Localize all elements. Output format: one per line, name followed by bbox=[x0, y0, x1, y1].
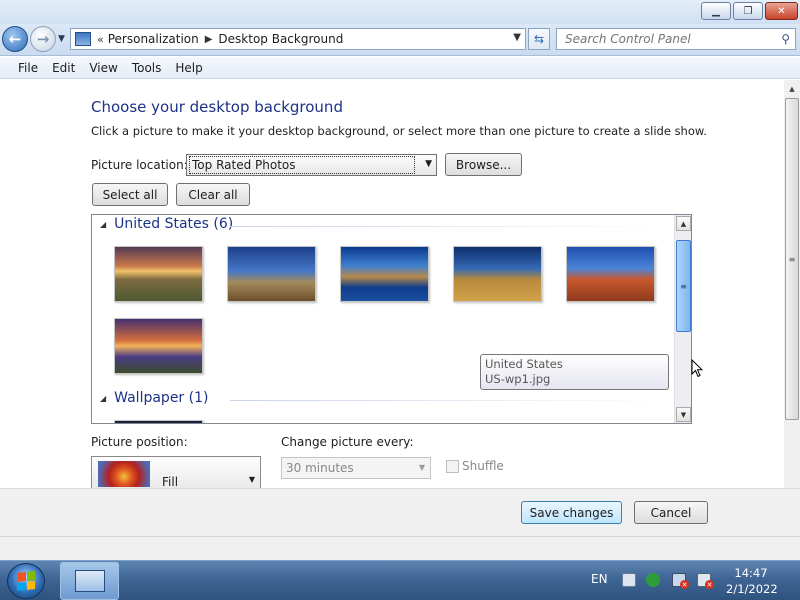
menu-tools[interactable]: Tools bbox=[132, 61, 162, 75]
picture-position-label: Picture position: bbox=[91, 435, 188, 449]
address-dropdown-icon[interactable]: ▼ bbox=[513, 32, 521, 43]
taskbar-control-panel-button[interactable] bbox=[60, 562, 119, 600]
maximize-button[interactable]: ❐ bbox=[733, 2, 763, 20]
picture-position-value: Fill bbox=[162, 475, 179, 489]
minimize-button[interactable]: ▁ bbox=[701, 2, 731, 20]
scroll-down-icon[interactable]: ▼ bbox=[676, 407, 691, 422]
page-title: Choose your desktop background bbox=[91, 98, 343, 116]
system-clock[interactable]: 14:47 2/1/2022 bbox=[726, 565, 778, 597]
save-changes-button[interactable]: Save changes bbox=[521, 501, 622, 524]
change-picture-value: 30 minutes bbox=[286, 461, 354, 475]
action-center-icon[interactable] bbox=[622, 573, 636, 587]
thumbnail-wallpaper-1[interactable] bbox=[114, 420, 203, 423]
menu-help[interactable]: Help bbox=[175, 61, 202, 75]
security-shield-icon[interactable] bbox=[646, 573, 660, 587]
control-panel-icon bbox=[75, 32, 91, 46]
content-area: Choose your desktop background Click a p… bbox=[0, 80, 800, 489]
arrow-left-icon: ← bbox=[8, 30, 22, 48]
thumbnail-us-5[interactable] bbox=[566, 246, 655, 302]
search-input[interactable] bbox=[557, 29, 767, 49]
recent-pages-dropdown[interactable]: ▼ bbox=[58, 34, 65, 44]
refresh-button[interactable]: ⇆ bbox=[528, 28, 550, 50]
tooltip-filename: US-wp1.jpg bbox=[485, 372, 551, 386]
clock-time: 14:47 bbox=[734, 566, 768, 580]
thumbnail-us-1[interactable] bbox=[114, 246, 203, 302]
thumbnail-tooltip: United States US-wp1.jpg bbox=[480, 354, 669, 390]
control-panel-icon bbox=[74, 570, 105, 592]
position-preview-thumbnail bbox=[98, 461, 150, 487]
change-picture-select[interactable]: 30 minutes ▼ bbox=[281, 457, 431, 479]
menu-bar: File Edit View Tools Help bbox=[0, 57, 800, 79]
navigation-bar: ← → ▼ « Personalization ▶ Desktop Backgr… bbox=[0, 24, 800, 56]
close-button[interactable]: ✕ bbox=[765, 2, 798, 20]
error-badge-icon: ✕ bbox=[680, 580, 689, 589]
volume-icon[interactable]: ✕ bbox=[697, 573, 714, 589]
tooltip-group: United States bbox=[485, 357, 563, 371]
forward-button[interactable]: → bbox=[30, 26, 56, 52]
menu-view[interactable]: View bbox=[89, 61, 117, 75]
group-header-united-states[interactable]: ◢ United States (6) bbox=[100, 216, 670, 232]
group-header-wallpaper[interactable]: ◢ Wallpaper (1) bbox=[100, 390, 670, 406]
chevron-down-icon: ▼ bbox=[418, 463, 425, 472]
start-button[interactable] bbox=[7, 563, 45, 599]
thumbnail-us-4[interactable] bbox=[453, 246, 542, 302]
page-scrollbar[interactable]: ▲ ≡ bbox=[784, 80, 800, 488]
chevron-down-icon: ▼ bbox=[248, 475, 255, 484]
select-all-button[interactable]: Select all bbox=[92, 183, 168, 206]
network-icon[interactable]: ✕ bbox=[672, 573, 689, 589]
windows-logo-icon bbox=[17, 571, 35, 591]
language-indicator[interactable]: EN bbox=[591, 572, 608, 586]
change-picture-label: Change picture every: bbox=[281, 435, 414, 449]
scroll-up-icon[interactable]: ▲ bbox=[785, 81, 799, 96]
picture-position-select[interactable]: Fill ▼ bbox=[91, 456, 261, 489]
page-description: Click a picture to make it your desktop … bbox=[91, 124, 707, 138]
group-divider bbox=[230, 226, 670, 227]
arrow-right-icon: → bbox=[36, 30, 50, 48]
window-title-bar: ▁ ❐ ✕ bbox=[0, 0, 800, 24]
command-bar: Save changes Cancel bbox=[0, 488, 800, 536]
scrollbar-thumb[interactable]: ≡ bbox=[676, 240, 691, 332]
breadcrumb-desktop-background[interactable]: Desktop Background bbox=[218, 32, 343, 46]
picture-location-value: Top Rated Photos bbox=[189, 156, 415, 174]
browse-button[interactable]: Browse... bbox=[445, 153, 522, 176]
breadcrumb-arrow-icon[interactable]: ▶ bbox=[205, 34, 213, 45]
taskbar: EN ✕ ✕ 14:47 2/1/2022 bbox=[0, 560, 800, 600]
shuffle-label: Shuffle bbox=[462, 459, 504, 473]
breadcrumb-overflow[interactable]: « bbox=[97, 33, 104, 46]
clock-date: 2/1/2022 bbox=[726, 582, 778, 596]
picture-location-label: Picture location: bbox=[91, 158, 188, 172]
cancel-button[interactable]: Cancel bbox=[634, 501, 708, 524]
refresh-icon: ⇆ bbox=[533, 32, 545, 46]
picture-list-scrollbar[interactable]: ▲ ≡ ▼ bbox=[674, 215, 691, 423]
chevron-down-icon: ▼ bbox=[425, 159, 432, 169]
scroll-up-icon[interactable]: ▲ bbox=[676, 216, 691, 231]
picture-list[interactable]: ◢ United States (6) United States US-wp1… bbox=[91, 214, 692, 424]
group-divider bbox=[230, 400, 670, 401]
thumbnail-us-2[interactable] bbox=[227, 246, 316, 302]
group-name: United States (6) bbox=[114, 216, 234, 232]
scrollbar-thumb[interactable]: ≡ bbox=[785, 98, 799, 420]
mouse-cursor-icon bbox=[691, 359, 703, 378]
collapse-icon[interactable]: ◢ bbox=[100, 220, 106, 229]
menu-edit[interactable]: Edit bbox=[52, 61, 75, 75]
thumbnail-us-6[interactable] bbox=[114, 318, 203, 374]
picture-location-select[interactable]: Top Rated Photos ▼ bbox=[186, 154, 437, 176]
collapse-icon[interactable]: ◢ bbox=[100, 394, 106, 403]
breadcrumb-personalization[interactable]: Personalization bbox=[108, 32, 199, 46]
thumbnail-us-3[interactable] bbox=[340, 246, 429, 302]
status-bar bbox=[0, 536, 800, 560]
group-name: Wallpaper (1) bbox=[114, 390, 209, 406]
shuffle-checkbox[interactable]: Shuffle bbox=[446, 459, 504, 473]
search-icon[interactable]: ⚲ bbox=[781, 32, 790, 46]
mute-badge-icon: ✕ bbox=[705, 580, 714, 589]
menu-file[interactable]: File bbox=[18, 61, 38, 75]
search-box[interactable]: ⚲ bbox=[556, 28, 796, 50]
clear-all-button[interactable]: Clear all bbox=[176, 183, 250, 206]
address-bar[interactable]: « Personalization ▶ Desktop Background ▼ bbox=[70, 28, 526, 50]
back-button[interactable]: ← bbox=[2, 26, 28, 52]
checkbox-box[interactable] bbox=[446, 459, 459, 473]
